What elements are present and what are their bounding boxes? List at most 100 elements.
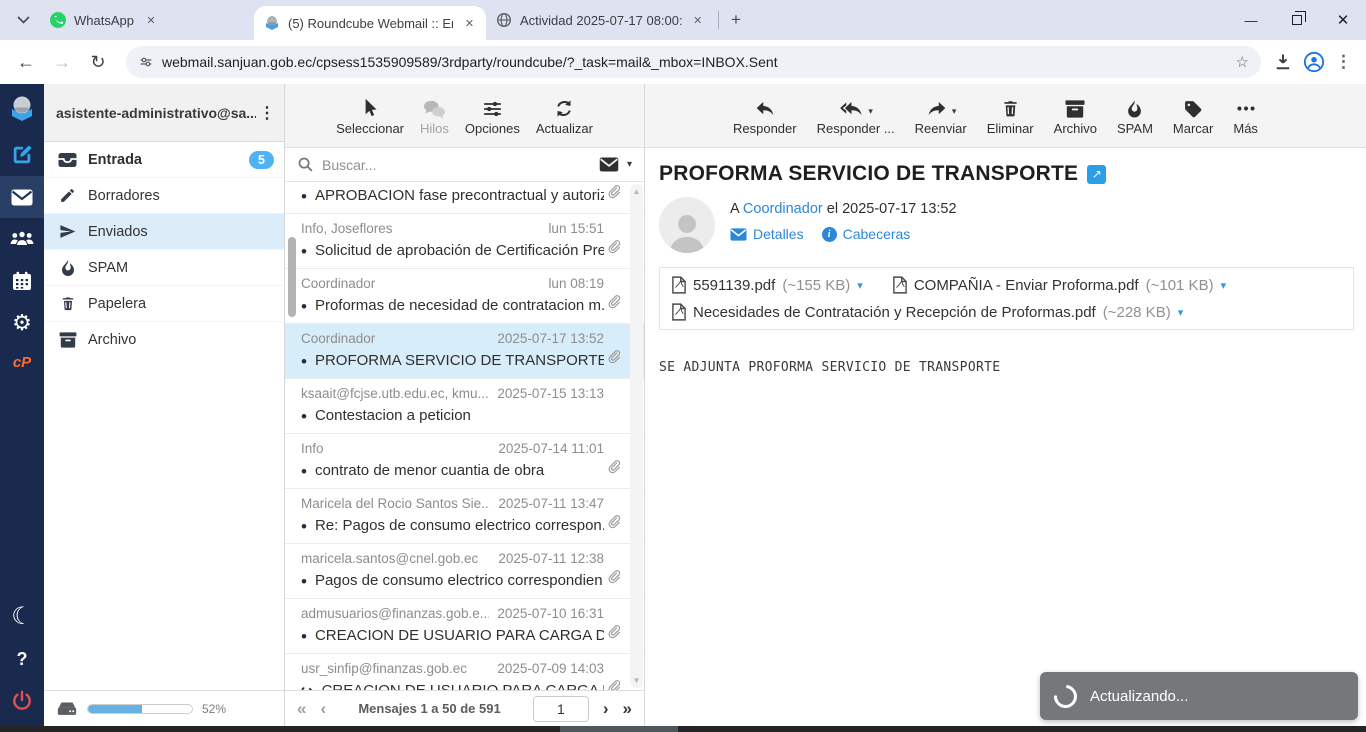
downloads-icon[interactable] (1273, 52, 1293, 72)
close-window-button[interactable]: ✕ (1320, 0, 1366, 40)
message-row[interactable]: Maricela del Rocio Santos Sie...2025-07-… (285, 489, 644, 544)
rail-compose-button[interactable] (0, 134, 44, 176)
scroll-up-icon[interactable]: ▲ (633, 187, 641, 196)
flame-icon (1126, 99, 1143, 119)
compose-icon (11, 144, 33, 166)
rail-contacts-button[interactable] (0, 218, 44, 260)
quota-percent: 52% (202, 702, 226, 716)
folder-item-entrada[interactable]: Entrada 5 (44, 142, 284, 178)
message-row[interactable]: •APROBACION fase precontractual y autori… (285, 182, 644, 214)
search-options-caret-icon[interactable]: ▾ (627, 159, 632, 170)
restore-icon (1292, 15, 1302, 25)
trash-icon (58, 294, 77, 313)
reload-button[interactable]: ↻ (82, 46, 114, 78)
reply-button[interactable]: Responder (733, 95, 797, 136)
attachment-menu-caret-icon[interactable]: ▾ (857, 279, 863, 292)
attachment-menu-caret-icon[interactable]: ▾ (1178, 306, 1184, 319)
headers-link[interactable]: i Cabeceras (822, 226, 911, 242)
account-row[interactable]: asistente-administrativo@sa... ⋮ (44, 84, 284, 142)
folder-item-enviados[interactable]: Enviados (44, 214, 284, 250)
spam-button[interactable]: SPAM (1117, 95, 1153, 136)
attachment-item[interactable]: Necesidades de Contratación y Recepción … (672, 303, 1183, 321)
tab-search-button[interactable] (6, 6, 40, 34)
message-row[interactable]: Info, Josefloreslun 15:51 •Solicitud de … (285, 214, 644, 269)
mark-button[interactable]: Marcar (1173, 95, 1213, 136)
site-settings-icon[interactable] (138, 54, 154, 70)
last-page-button[interactable]: » (623, 700, 632, 717)
delete-button[interactable]: Eliminar (987, 95, 1034, 136)
browser-menu-kebab-icon[interactable]: ⋮ (1335, 52, 1352, 72)
rail-darkmode-button[interactable]: ☾ (0, 596, 44, 638)
scroll-down-icon[interactable]: ▼ (633, 676, 641, 685)
threads-button[interactable]: Hilos (420, 95, 449, 136)
message-subject: PROFORMA SERVICIO DE TRANSPORTE (659, 162, 1078, 186)
list-scrollbar[interactable]: ▲ ▼ (630, 184, 643, 688)
search-scope-mail-icon[interactable] (599, 157, 619, 172)
message-row[interactable]: Info2025-07-14 11:01 •contrato de menor … (285, 434, 644, 489)
scrollbar-thumb[interactable] (288, 237, 296, 317)
archive-button[interactable]: Archivo (1054, 95, 1097, 136)
account-menu-kebab-icon[interactable]: ⋮ (256, 103, 278, 123)
select-button[interactable]: Seleccionar (336, 95, 404, 136)
back-button[interactable]: ← (10, 46, 42, 78)
refresh-button[interactable]: Actualizar (536, 95, 593, 136)
message-header: A Coordinador el 2025-07-17 13:52 Detall… (659, 197, 1354, 253)
page-number-input[interactable] (533, 696, 589, 722)
next-page-button[interactable]: › (603, 700, 609, 717)
rail-help-button[interactable]: ? (0, 638, 44, 680)
recipient-link[interactable]: Coordinador (743, 201, 823, 217)
rail-settings-button[interactable]: ⚙ (0, 302, 44, 344)
tab-close-icon[interactable]: ✕ (690, 11, 706, 29)
forward-icon (925, 98, 949, 119)
open-in-new-window-icon[interactable]: ↗ (1087, 165, 1106, 184)
storage-icon (56, 701, 78, 716)
folder-item-spam[interactable]: SPAM (44, 250, 284, 286)
window-controls: — ✕ (1228, 0, 1366, 40)
forward-button[interactable]: ▾ Reenviar (915, 95, 967, 136)
roundcube-app: ⚙ cP ☾ ? asistente-administrativo@sa... … (0, 84, 1366, 726)
folder-item-papelera[interactable]: Papelera (44, 286, 284, 322)
unread-dot-icon: • (301, 298, 307, 315)
message-row[interactable]: usr_sinfip@finanzas.gob.ec2025-07-09 14:… (285, 654, 644, 690)
folder-item-archivo[interactable]: Archivo (44, 322, 284, 358)
message-row-selected[interactable]: Coordinador2025-07-17 13:52 •PROFORMA SE… (285, 324, 644, 379)
rail-calendar-button[interactable] (0, 260, 44, 302)
minimize-button[interactable]: — (1228, 0, 1274, 40)
restore-button[interactable] (1274, 0, 1320, 40)
tab-close-icon[interactable]: ✕ (461, 14, 478, 32)
taskbar-edge-segment (560, 726, 678, 732)
attachment-item[interactable]: 5591139.pdf (~155 KB) ▾ (672, 276, 863, 294)
options-button[interactable]: Opciones (465, 95, 520, 136)
tab-close-icon[interactable]: ✕ (142, 11, 160, 29)
reply-all-button[interactable]: ▾ Responder ... (817, 95, 895, 136)
message-row[interactable]: admusuarios@finanzas.gob.e...2025-07-10 … (285, 599, 644, 654)
more-button[interactable]: Más (1233, 95, 1258, 136)
folder-item-borradores[interactable]: Borradores (44, 178, 284, 214)
reply-all-caret-icon[interactable]: ▾ (868, 106, 873, 119)
message-list-pane: Seleccionar Hilos Opciones Actualizar (285, 84, 645, 726)
rail-cpanel-button[interactable]: cP (0, 344, 44, 380)
prev-page-button[interactable]: ‹ (320, 700, 326, 717)
search-input[interactable] (322, 157, 591, 173)
tab-title: (5) Roundcube Webmail :: Envia (288, 16, 453, 31)
rail-mail-button[interactable] (0, 176, 44, 218)
bookmark-star-icon[interactable]: ☆ (1236, 53, 1249, 71)
forward-button[interactable]: → (46, 46, 78, 78)
message-row[interactable]: maricela.santos@cnel.gob.ec2025-07-11 12… (285, 544, 644, 599)
tab-whatsapp[interactable]: WhatsApp ✕ (40, 0, 254, 40)
unread-dot-icon: • (301, 353, 307, 370)
address-bar[interactable]: webmail.sanjuan.gob.ec/cpsess1535909589/… (126, 46, 1261, 78)
tab-actividad[interactable]: Actividad 2025-07-17 08:00:00 ✕ (486, 0, 714, 40)
profile-avatar-icon[interactable] (1303, 51, 1325, 73)
url-text[interactable]: webmail.sanjuan.gob.ec/cpsess1535909589/… (162, 54, 1228, 70)
rail-logout-button[interactable] (0, 680, 44, 722)
attachment-menu-caret-icon[interactable]: ▾ (1221, 279, 1227, 292)
message-row[interactable]: Coordinadorlun 08:19 •Proformas de neces… (285, 269, 644, 324)
first-page-button[interactable]: « (297, 700, 306, 717)
message-row[interactable]: ksaait@fcjse.utb.edu.ec, kmu...2025-07-1… (285, 379, 644, 434)
attachment-item[interactable]: COMPAÑIA - Enviar Proforma.pdf (~101 KB)… (893, 276, 1226, 294)
new-tab-button[interactable]: + (723, 7, 749, 33)
forward-caret-icon[interactable]: ▾ (952, 106, 957, 119)
tab-roundcube-active[interactable]: (5) Roundcube Webmail :: Envia ✕ (254, 6, 486, 40)
details-link[interactable]: Detalles (730, 226, 804, 242)
